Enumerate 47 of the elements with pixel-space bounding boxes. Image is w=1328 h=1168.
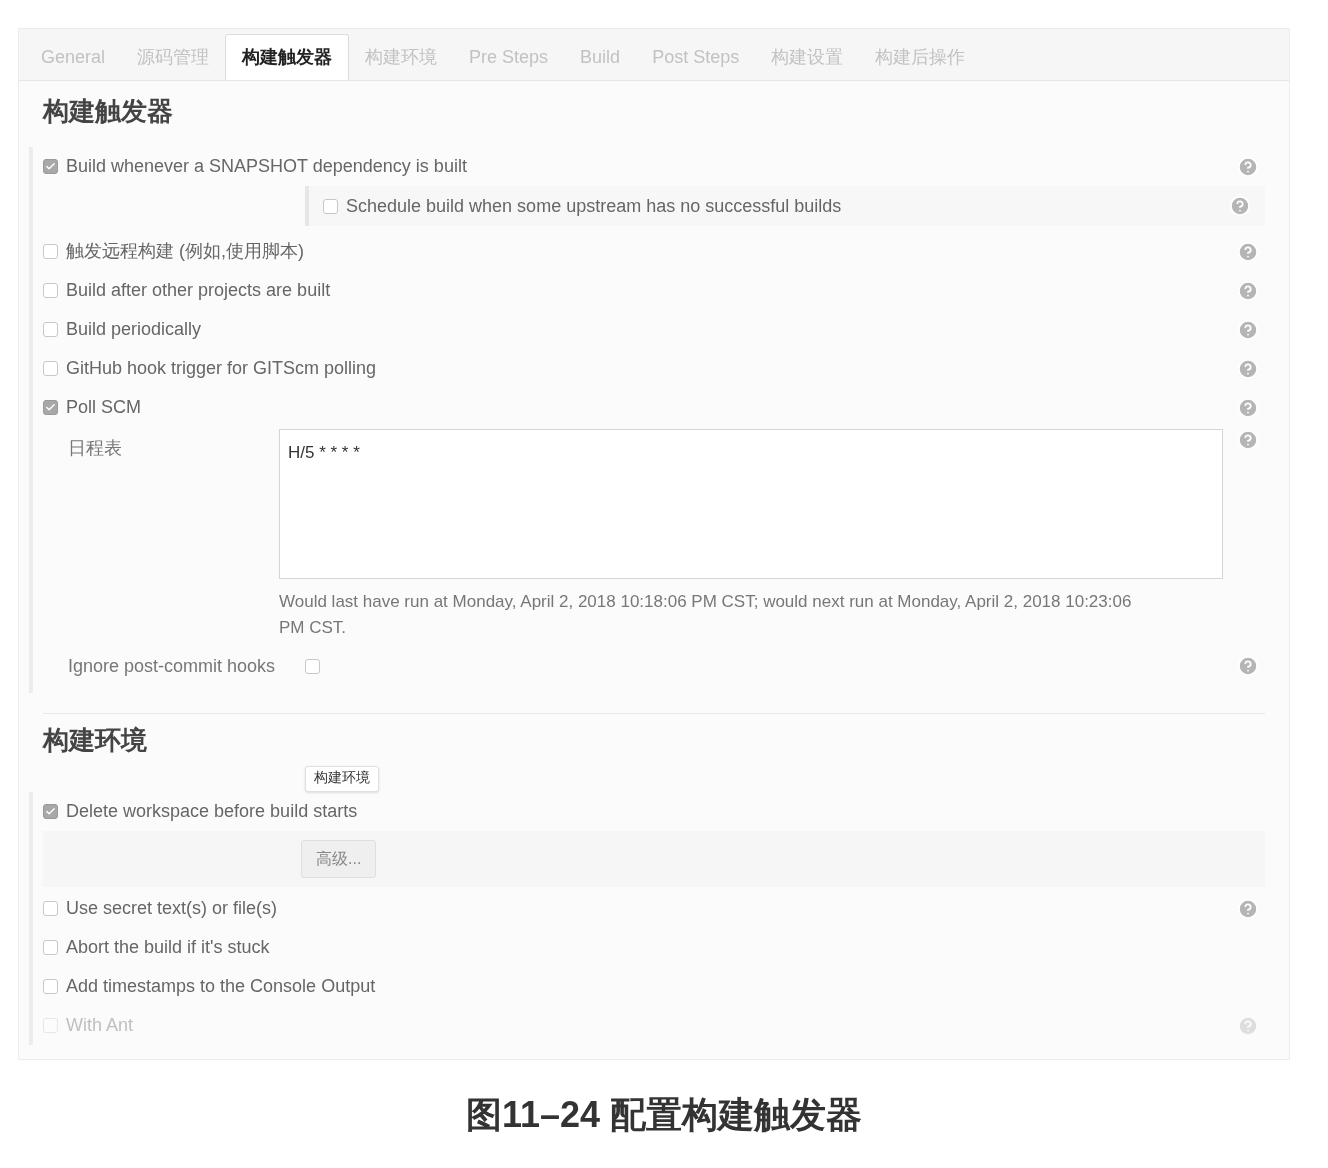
option-label: GitHub hook trigger for GITScm polling	[66, 357, 378, 380]
help-icon[interactable]	[1237, 240, 1259, 263]
field-label: 日程表	[67, 437, 123, 460]
section-title: 构建环境	[43, 723, 148, 757]
tooltip: 构建环境	[305, 766, 379, 792]
schedule-field[interactable]: H/5 * * * *	[279, 429, 1223, 579]
option-label: Add timestamps to the Console Output	[66, 975, 377, 998]
option-label: Poll SCM	[66, 396, 142, 419]
check-icon	[45, 402, 56, 413]
option-label: 触发远程构建 (例如,使用脚本)	[66, 240, 305, 263]
help-icon[interactable]	[1237, 155, 1259, 178]
help-icon[interactable]	[1237, 396, 1259, 419]
check-icon	[45, 806, 56, 817]
option-label: Use secret text(s) or file(s)	[66, 897, 279, 920]
help-icon[interactable]	[1229, 195, 1251, 217]
checkbox[interactable]	[43, 901, 58, 916]
tab[interactable]: 构建触发器	[225, 34, 350, 80]
option-label: With Ant	[66, 1014, 135, 1037]
option-label: Ignore post-commit hooks	[67, 654, 277, 678]
checked-checkbox[interactable]	[43, 804, 58, 819]
checkbox[interactable]	[43, 979, 58, 994]
help-icon[interactable]	[1237, 318, 1259, 341]
schedule-note: Would last have run at Monday, April 2, 2018 10:18:06 PM CST; would next run at Monday, April 2, 2018 10:23:06 PM CST.	[279, 591, 1133, 639]
help-icon[interactable]	[1237, 279, 1259, 302]
help-icon[interactable]	[1237, 655, 1259, 677]
checkbox[interactable]	[43, 322, 58, 337]
checkbox[interactable]	[43, 244, 58, 259]
option-label: Build after other projects are built	[66, 279, 332, 302]
figure-caption: 图11–24 配置构建触发器	[465, 1093, 863, 1137]
help-icon[interactable]	[1237, 429, 1259, 451]
option-label: Schedule build when some upstream has no successful builds	[346, 194, 843, 218]
checkbox[interactable]	[305, 658, 320, 674]
help-icon[interactable]	[1237, 897, 1259, 920]
option-label: Delete workspace before build starts	[66, 800, 359, 823]
help-icon[interactable]	[1237, 357, 1259, 380]
check-icon	[45, 161, 56, 172]
checked-checkbox[interactable]	[43, 400, 58, 415]
checkbox[interactable]	[323, 198, 338, 214]
checked-checkbox[interactable]	[43, 159, 58, 174]
checkbox[interactable]	[43, 283, 58, 298]
option-label: Build whenever a SNAPSHOT dependency is built	[66, 155, 468, 178]
checkbox[interactable]	[43, 940, 58, 955]
option-label: Build periodically	[66, 318, 203, 341]
section-title: 构建触发器	[43, 94, 174, 128]
option-label: Abort the build if it's stuck	[66, 936, 271, 959]
advanced-button[interactable]: 高级...	[301, 840, 377, 878]
checkbox[interactable]	[43, 361, 58, 376]
